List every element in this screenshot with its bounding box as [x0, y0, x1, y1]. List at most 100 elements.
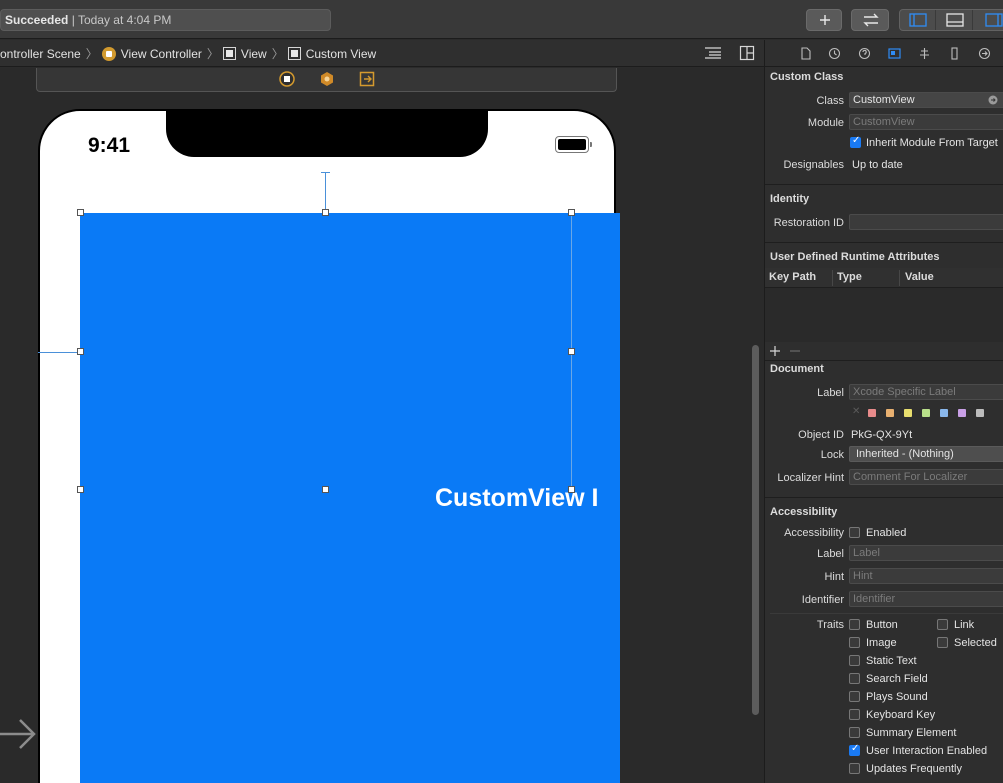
trait-link-checkbox[interactable] — [937, 619, 948, 630]
column-type[interactable]: Type — [837, 271, 862, 283]
view-controller-icon[interactable] — [279, 71, 295, 87]
interface-builder-canvas[interactable]: 9:41 CustomView I — [0, 68, 764, 783]
quick-help-icon[interactable] — [858, 47, 871, 60]
designables-value: Up to date — [852, 159, 903, 171]
document-label-field[interactable]: Xcode Specific Label — [849, 384, 1003, 400]
bottom-panel-icon — [946, 13, 964, 27]
add-editor-icon[interactable] — [739, 45, 755, 61]
debug-area-toggle[interactable] — [937, 10, 973, 30]
no-color-icon[interactable]: ✕ — [852, 406, 860, 417]
trait-user-interaction-checkbox[interactable] — [849, 743, 860, 756]
resize-handle-top[interactable] — [322, 209, 329, 216]
lock-value: Inherited - (Nothing) — [856, 448, 954, 460]
view-icon — [222, 47, 236, 60]
trait-search-field-checkbox[interactable] — [849, 673, 860, 684]
device-notch — [166, 111, 488, 157]
trait-button-checkbox[interactable] — [849, 619, 860, 630]
constraint-leading-guide — [38, 352, 80, 353]
breadcrumb-view[interactable]: View 〉 — [222, 46, 288, 61]
column-value[interactable]: Value — [905, 271, 934, 283]
first-responder-icon[interactable] — [319, 71, 335, 87]
arrow-right-circle-icon[interactable] — [988, 95, 998, 105]
storyboard-entry-arrow-icon[interactable] — [0, 714, 38, 754]
size-inspector-icon[interactable] — [948, 47, 961, 60]
color-swatch-yellow[interactable] — [904, 409, 912, 417]
color-swatch-purple[interactable] — [958, 409, 966, 417]
trait-selected-checkbox[interactable] — [937, 637, 948, 648]
toolbar: Succeeded | Today at 4:04 PM — [0, 0, 1003, 39]
color-swatch-gray[interactable] — [976, 409, 984, 417]
document-title: Document — [770, 363, 824, 375]
trait-static-text-checkbox[interactable] — [849, 655, 860, 666]
jump-bar: ontroller Scene 〉 View Controller 〉 View 〉 … — [0, 40, 764, 67]
custom-class-title: Custom Class — [770, 71, 844, 83]
file-inspector-icon[interactable] — [799, 47, 812, 60]
inherit-module-checkbox[interactable] — [850, 135, 861, 148]
breadcrumb-label: View — [240, 46, 267, 61]
trait-keyboard-key-checkbox[interactable] — [849, 709, 860, 720]
trait-summary-element-checkbox[interactable] — [849, 727, 860, 738]
remove-attribute-icon[interactable] — [790, 346, 800, 356]
trait-static-text-label: Static Text — [866, 655, 917, 667]
color-swatch-blue[interactable] — [940, 409, 948, 417]
breadcrumb-scene[interactable]: ontroller Scene 〉 — [0, 46, 102, 62]
a11y-identifier-label: Identifier — [801, 594, 844, 606]
identity-inspector: Custom Class Class CustomView Module Cus… — [764, 40, 1003, 783]
navigator-toggle[interactable] — [900, 10, 936, 30]
breadcrumb-label: Custom View — [305, 46, 377, 61]
document-outline-icon[interactable] — [704, 46, 722, 60]
library-button[interactable] — [806, 9, 842, 31]
a11y-label-field[interactable]: Label — [849, 545, 1003, 561]
resize-handle-top-left[interactable] — [77, 209, 84, 216]
status-bar-time: 9:41 — [88, 134, 131, 157]
swap-arrows-icon — [863, 13, 879, 27]
resize-handle-left[interactable] — [77, 348, 84, 355]
trait-plays-sound-checkbox[interactable] — [849, 691, 860, 702]
a11y-label-label: Label — [817, 548, 844, 560]
trait-image-checkbox[interactable] — [849, 637, 860, 648]
breadcrumb-custom-view[interactable]: Custom View — [287, 46, 377, 61]
color-swatch-red[interactable] — [868, 409, 876, 417]
column-key-path[interactable]: Key Path — [769, 271, 816, 283]
trait-updates-frequently-checkbox[interactable] — [849, 763, 860, 774]
attributes-inspector-icon[interactable] — [918, 47, 931, 60]
scrollbar-thumb[interactable] — [752, 345, 759, 715]
traits-label: Traits — [816, 619, 844, 631]
localizer-hint-field[interactable]: Comment For Localizer — [849, 469, 1003, 485]
add-attribute-icon[interactable] — [770, 346, 780, 356]
canvas-scrollbar[interactable] — [751, 68, 760, 783]
resize-handle-bottom-right[interactable] — [568, 486, 575, 493]
resize-handle-bottom-left[interactable] — [77, 486, 84, 493]
class-field[interactable]: CustomView — [849, 92, 1003, 108]
resize-handle-top-right[interactable] — [568, 209, 575, 216]
resize-handle-bottom[interactable] — [322, 486, 329, 493]
object-id-value: PkG-QX-9Yt — [851, 429, 913, 441]
a11y-identifier-field[interactable]: Identifier — [849, 591, 1003, 607]
restoration-id-field[interactable] — [849, 214, 1003, 230]
document-label-label: Label — [817, 387, 844, 399]
scene-dock — [36, 68, 617, 92]
trait-image-label: Image — [866, 637, 897, 649]
inspector-toggle[interactable] — [974, 10, 1003, 30]
lock-popup[interactable]: Inherited - (Nothing) — [849, 446, 1003, 462]
view-controller-icon — [101, 46, 116, 61]
identity-inspector-icon[interactable] — [888, 47, 901, 60]
accessibility-title: Accessibility — [770, 506, 838, 518]
section-divider — [765, 497, 1003, 498]
code-review-button[interactable] — [851, 9, 889, 31]
breadcrumb-label: ontroller Scene — [0, 46, 81, 61]
breadcrumb-view-controller[interactable]: View Controller 〉 — [101, 46, 223, 61]
resize-handle-right[interactable] — [568, 348, 575, 355]
a11y-hint-field[interactable]: Hint — [849, 568, 1003, 584]
color-swatch-orange[interactable] — [886, 409, 894, 417]
plus-icon — [820, 15, 830, 25]
custom-view-label: CustomView I — [435, 484, 599, 512]
history-icon[interactable] — [828, 47, 841, 60]
module-field[interactable]: CustomView — [849, 114, 1003, 130]
runtime-attributes-table[interactable]: Key Path Type Value — [765, 268, 1003, 342]
exit-icon[interactable] — [359, 71, 375, 87]
color-swatch-green[interactable] — [922, 409, 930, 417]
build-status[interactable]: Succeeded | Today at 4:04 PM — [0, 9, 331, 31]
connections-inspector-icon[interactable] — [978, 47, 991, 60]
accessibility-enabled-checkbox[interactable] — [849, 527, 860, 538]
